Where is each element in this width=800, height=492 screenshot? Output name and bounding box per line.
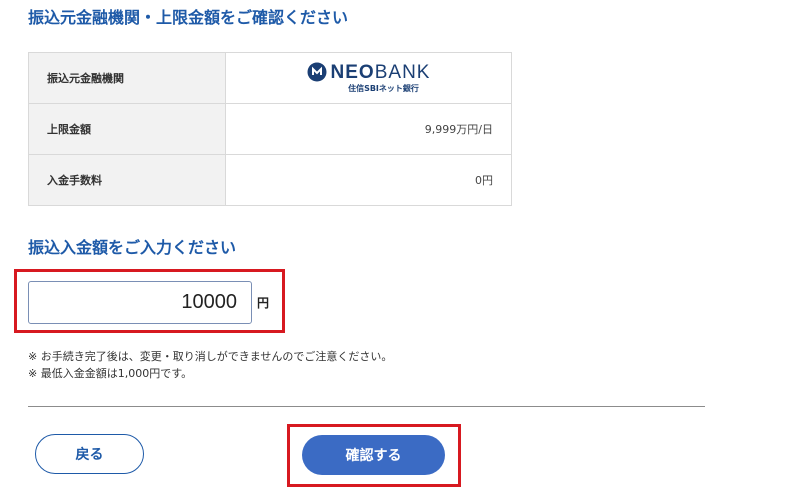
neobank-logo-icon [307, 62, 327, 82]
confirm-button[interactable]: 確認する [302, 435, 445, 475]
row-value-fee: 0円 [225, 154, 512, 206]
section-title-amount-input: 振込入金額をご入力ください [28, 238, 237, 257]
row-value-limit: 9,999万円/日 [225, 103, 512, 155]
bank-info-table: 振込元金融機関 NEOBANK 住信SBIネット銀行 上限金額 9,999万円/… [28, 52, 512, 206]
row-label-fee: 入金手数料 [28, 154, 226, 206]
notes: ※ お手続き完了後は、変更・取り消しができませんのでご注意ください。 ※ 最低入… [28, 348, 392, 382]
bank-logo-cell: NEOBANK 住信SBIネット銀行 [225, 52, 512, 104]
neobank-logo: NEOBANK 住信SBIネット銀行 [307, 62, 431, 93]
divider [28, 406, 705, 407]
logo-wordmark: NEOBANK [330, 61, 431, 83]
back-button[interactable]: 戻る [35, 434, 144, 474]
row-label-bank: 振込元金融機関 [28, 52, 226, 104]
row-label-limit: 上限金額 [28, 103, 226, 155]
amount-input[interactable] [28, 281, 252, 324]
amount-unit-label: 円 [257, 296, 270, 310]
note-item: ※ お手続き完了後は、変更・取り消しができませんのでご注意ください。 [28, 350, 393, 363]
table-row: 振込元金融機関 NEOBANK 住信SBIネット銀行 [28, 52, 512, 104]
table-row: 入金手数料 0円 [28, 154, 512, 206]
logo-subtitle: 住信SBIネット銀行 [348, 84, 419, 93]
section-title-bank-confirm: 振込元金融機関・上限金額をご確認ください [28, 8, 349, 27]
note-item: ※ 最低入金金額は1,000円です。 [28, 367, 193, 380]
table-row: 上限金額 9,999万円/日 [28, 103, 512, 155]
